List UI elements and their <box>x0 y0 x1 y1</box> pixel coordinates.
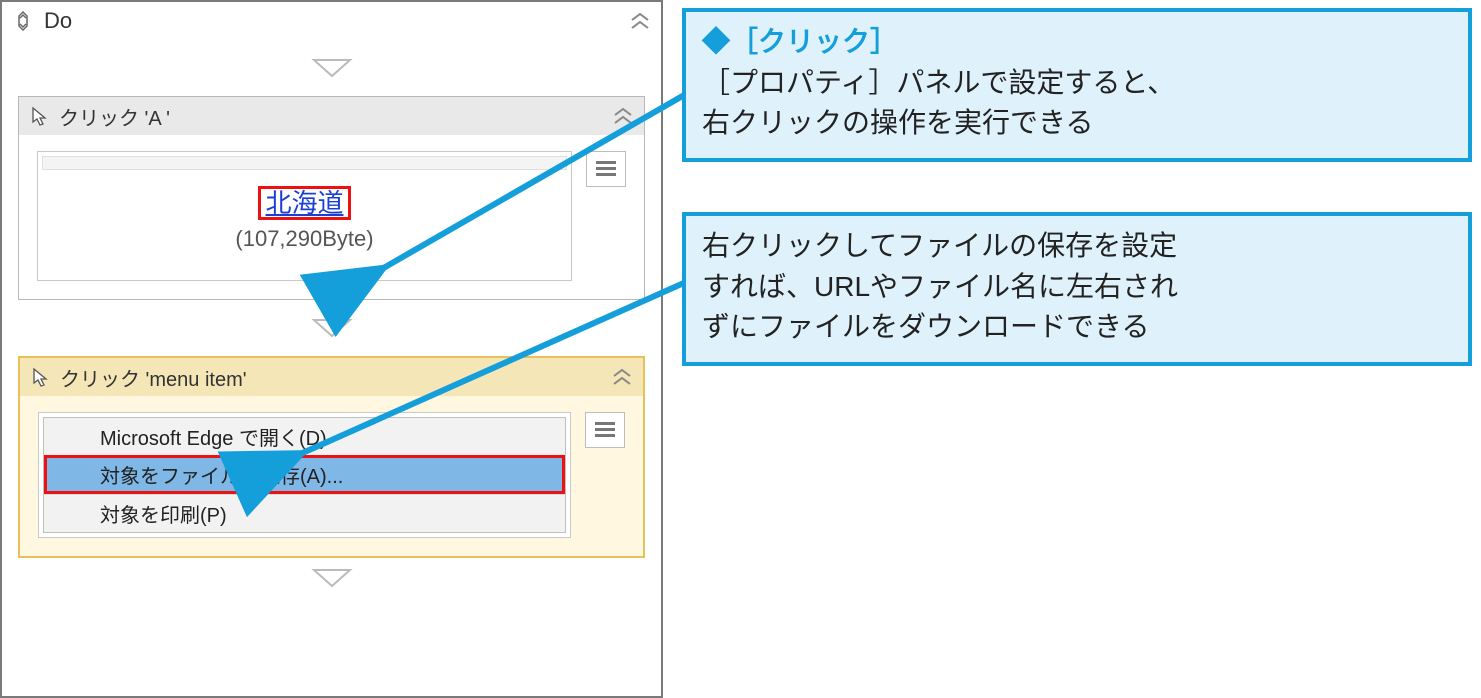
menu-item-print-target: 対象を印刷(P) <box>44 494 565 532</box>
selector-preview-menu[interactable]: Microsoft Edge で開く(D) 対象をファイルに保存(A)... 対… <box>38 412 571 538</box>
collapse-icon[interactable] <box>629 11 651 31</box>
collapse-icon[interactable] <box>612 106 634 126</box>
selector-preview-link[interactable]: 北海道 (107,290Byte) <box>37 151 572 281</box>
callout-line: ずにファイルをダウンロードできる <box>702 307 1452 348</box>
callout-save-explanation: 右クリックしてファイルの保存を設定 すれば、URLやファイル名に左右され ずにフ… <box>682 212 1472 366</box>
file-size-text: (107,290Byte) <box>235 226 373 252</box>
connector-top[interactable] <box>2 40 661 96</box>
target-link-highlight: 北海道 <box>258 186 350 221</box>
click-activity-menuitem-header[interactable]: クリック 'menu item' <box>20 358 643 396</box>
connector-middle[interactable] <box>2 300 661 356</box>
click-activity-a-title: クリック 'A ' <box>59 102 170 131</box>
menu-item-open-edge: Microsoft Edge で開く(D) <box>44 418 565 455</box>
target-link-text: 北海道 <box>265 188 343 218</box>
callout-line: すれば、URLやファイル名に左右され <box>702 267 1452 308</box>
click-activity-menuitem[interactable]: クリック 'menu item' Microsoft Edge で開く(D) 対… <box>18 356 645 558</box>
do-activity-header[interactable]: Do <box>2 2 661 40</box>
cursor-icon <box>30 366 52 388</box>
click-activity-a[interactable]: クリック 'A ' 北海道 (107,290Byte) <box>18 96 645 300</box>
options-button[interactable] <box>585 412 625 448</box>
callout-line: 右クリックの操作を実行できる <box>702 103 1452 144</box>
do-activity-title: Do <box>44 8 72 34</box>
click-activity-a-header[interactable]: クリック 'A ' <box>19 97 644 135</box>
click-activity-menuitem-title: クリック 'menu item' <box>60 363 247 392</box>
do-icon <box>12 10 34 32</box>
connector-bottom[interactable] <box>2 558 661 598</box>
cursor-icon <box>29 105 51 127</box>
callout-click-explanation: ◆［クリック］ ［プロパティ］パネルで設定すると、 右クリックの操作を実行できる <box>682 8 1472 162</box>
options-button[interactable] <box>586 151 626 187</box>
context-menu: Microsoft Edge で開く(D) 対象をファイルに保存(A)... 対… <box>43 417 566 533</box>
callout-line: 右クリックしてファイルの保存を設定 <box>702 226 1452 267</box>
collapse-icon[interactable] <box>611 367 633 387</box>
menu-item-save-target: 対象をファイルに保存(A)... <box>44 455 565 494</box>
diamond-marker: ◆ <box>702 26 730 57</box>
callout-heading-text: ［クリック］ <box>730 26 898 57</box>
callout-line: ［プロパティ］パネルで設定すると、 <box>702 63 1452 104</box>
workflow-panel: Do クリック 'A ' <box>0 0 663 698</box>
